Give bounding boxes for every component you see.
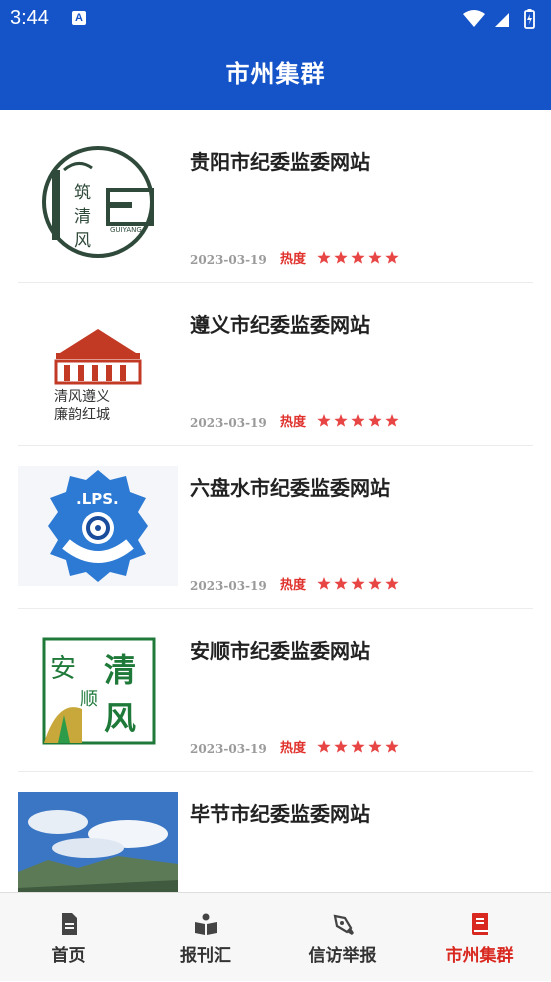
bottom-tab-bar: 首页 报刊汇 信访举报 市州集群	[0, 892, 551, 981]
star-icon	[334, 577, 348, 590]
heat-label: 热度	[280, 578, 307, 593]
tab-label: 市州集群	[445, 946, 514, 966]
publish-date: 2023-03-19	[190, 416, 267, 430]
list-item[interactable]: 毕节市纪委监委网站	[18, 772, 533, 892]
svg-text:清: 清	[104, 651, 136, 689]
zunyi-logo: 清风遵义 廉韵红城	[18, 303, 178, 423]
tab-label: 信访举报	[308, 946, 377, 966]
site-list[interactable]: 筑 清 风 GUIYANG 贵阳市纪委监委网站 2023-03-19 热度 清风…	[0, 110, 551, 892]
heat-label: 热度	[280, 415, 307, 430]
tab-label: 报刊汇	[180, 946, 231, 966]
pen-icon	[333, 914, 354, 935]
star-icon	[334, 740, 348, 753]
publish-date: 2023-03-19	[190, 253, 267, 267]
wifi-icon	[463, 10, 485, 27]
star-icon	[351, 577, 365, 590]
site-title[interactable]: 贵阳市纪委监委网站	[190, 146, 370, 175]
star-icon	[385, 414, 399, 427]
tab-home[interactable]: 首页	[0, 893, 137, 982]
list-item[interactable]: 清风遵义 廉韵红城 遵义市纪委监委网站 2023-03-19 热度	[18, 283, 533, 446]
star-icon	[385, 577, 399, 590]
page-title: 市州集群	[225, 59, 326, 88]
star-icon	[368, 577, 382, 590]
tab-label: 首页	[51, 946, 86, 966]
bijie-photo	[18, 792, 178, 892]
heat-label: 热度	[280, 252, 307, 267]
svg-text:筑: 筑	[74, 183, 91, 203]
star-icon	[368, 414, 382, 427]
site-title[interactable]: 毕节市纪委监委网站	[190, 798, 370, 827]
star-icon	[334, 414, 348, 427]
heat-label: 热度	[280, 741, 307, 756]
site-title[interactable]: 遵义市纪委监委网站	[190, 309, 370, 338]
signal-icon	[495, 13, 509, 27]
heat-rating	[317, 577, 399, 590]
star-icon	[334, 251, 348, 264]
tab-city-cluster[interactable]: 市州集群	[411, 893, 548, 982]
status-time: 3:44	[10, 7, 49, 29]
status-bar: 3:44 A	[0, 0, 551, 37]
star-icon	[351, 251, 365, 264]
app-bar: 市州集群	[0, 37, 551, 110]
star-icon	[351, 740, 365, 753]
publish-date: 2023-03-19	[190, 742, 267, 756]
heat-rating	[317, 251, 399, 264]
star-icon	[351, 414, 365, 427]
notification-a-icon: A	[72, 11, 86, 25]
svg-text:.LPS.: .LPS.	[76, 490, 119, 508]
tab-newspapers[interactable]: 报刊汇	[137, 893, 274, 982]
star-icon	[317, 414, 331, 427]
site-title[interactable]: 安顺市纪委监委网站	[190, 635, 370, 664]
red-book-icon	[472, 913, 488, 935]
status-icons	[463, 9, 535, 29]
list-item[interactable]: 筑 清 风 GUIYANG 贵阳市纪委监委网站 2023-03-19 热度	[18, 120, 533, 283]
star-icon	[368, 251, 382, 264]
star-icon	[368, 740, 382, 753]
svg-text:廉韵红城: 廉韵红城	[54, 406, 110, 423]
svg-text:风: 风	[104, 699, 136, 737]
tab-petition-report[interactable]: 信访举报	[274, 893, 411, 982]
heat-rating	[317, 414, 399, 427]
anshun-logo: 安 顺 清 风	[18, 629, 178, 749]
star-icon	[317, 251, 331, 264]
list-item[interactable]: .LPS. 六盘水市纪委监委网站 2023-03-19 热度	[18, 446, 533, 609]
book-open-icon	[195, 913, 217, 935]
svg-text:顺: 顺	[80, 689, 98, 710]
star-icon	[385, 740, 399, 753]
svg-text:风: 风	[74, 231, 91, 251]
star-icon	[385, 251, 399, 264]
list-item[interactable]: 安 顺 清 风 安顺市纪委监委网站 2023-03-19 热度	[18, 609, 533, 772]
heat-rating	[317, 740, 399, 753]
site-title[interactable]: 六盘水市纪委监委网站	[190, 472, 390, 501]
star-icon	[317, 577, 331, 590]
svg-text:GUIYANG: GUIYANG	[110, 226, 142, 234]
svg-text:安: 安	[50, 654, 76, 684]
document-icon	[62, 913, 77, 935]
svg-text:清风遵义: 清风遵义	[54, 388, 110, 405]
guiyang-logo: 筑 清 风 GUIYANG	[18, 140, 178, 260]
liupanshui-logo: .LPS.	[18, 466, 178, 586]
svg-text:清: 清	[74, 207, 91, 227]
publish-date: 2023-03-19	[190, 579, 267, 593]
star-icon	[317, 740, 331, 753]
